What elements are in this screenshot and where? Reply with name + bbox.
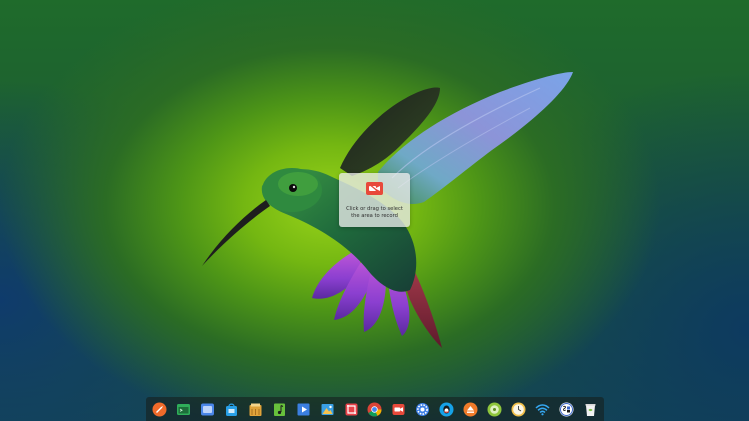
trash-icon [585, 403, 596, 416]
file-manager-icon [249, 403, 262, 416]
settings-icon [416, 402, 430, 416]
dock-item-clock[interactable] [510, 401, 527, 418]
dock-item-eject[interactable] [462, 401, 479, 418]
dock-item-music[interactable] [271, 401, 288, 418]
video-player-icon [297, 403, 310, 415]
screenshot-icon [345, 403, 357, 415]
dock-item-terminal[interactable] [175, 401, 192, 418]
dock-item-image-viewer[interactable] [319, 401, 336, 418]
screen-recorder-icon [392, 403, 405, 415]
camera-record-icon [366, 182, 383, 195]
dock-item-trash[interactable] [582, 401, 599, 418]
qq-icon [439, 402, 454, 416]
record-hint-line-2: the area to record [351, 213, 398, 219]
dock-item-disk[interactable] [486, 401, 503, 418]
dock-item-wifi[interactable] [534, 401, 551, 418]
record-area-hint: Click or drag to select the area to reco… [339, 173, 410, 227]
dock-item-screenshot[interactable] [343, 401, 360, 418]
dock-item-screen-recorder[interactable] [390, 401, 407, 418]
dock-item-app-store[interactable] [223, 401, 240, 418]
disk-icon [487, 402, 502, 416]
launcher-icon [152, 402, 167, 416]
clock-icon [511, 402, 526, 416]
dock-item-video-player[interactable] [295, 401, 312, 418]
image-viewer-icon [321, 403, 334, 415]
dock-item-screen[interactable] [199, 401, 216, 418]
dock [146, 397, 604, 421]
dock-item-chrome[interactable] [366, 401, 383, 418]
dock-item-launcher[interactable] [151, 401, 168, 418]
terminal-icon [176, 403, 190, 415]
dock-item-input-method[interactable] [558, 401, 575, 418]
input-method-icon [559, 402, 574, 416]
dock-item-qq[interactable] [438, 401, 455, 418]
music-icon [273, 403, 285, 416]
record-hint-text: Click or drag to select the area to reco… [341, 206, 408, 220]
record-hint-line-1: Click or drag to select [346, 206, 403, 212]
wifi-icon [535, 403, 550, 415]
screen-icon [200, 403, 214, 415]
chrome-icon [367, 402, 382, 416]
eject-icon [463, 402, 478, 416]
dock-item-file-manager[interactable] [247, 401, 264, 418]
app-store-icon [225, 403, 237, 416]
dock-item-settings[interactable] [414, 401, 431, 418]
